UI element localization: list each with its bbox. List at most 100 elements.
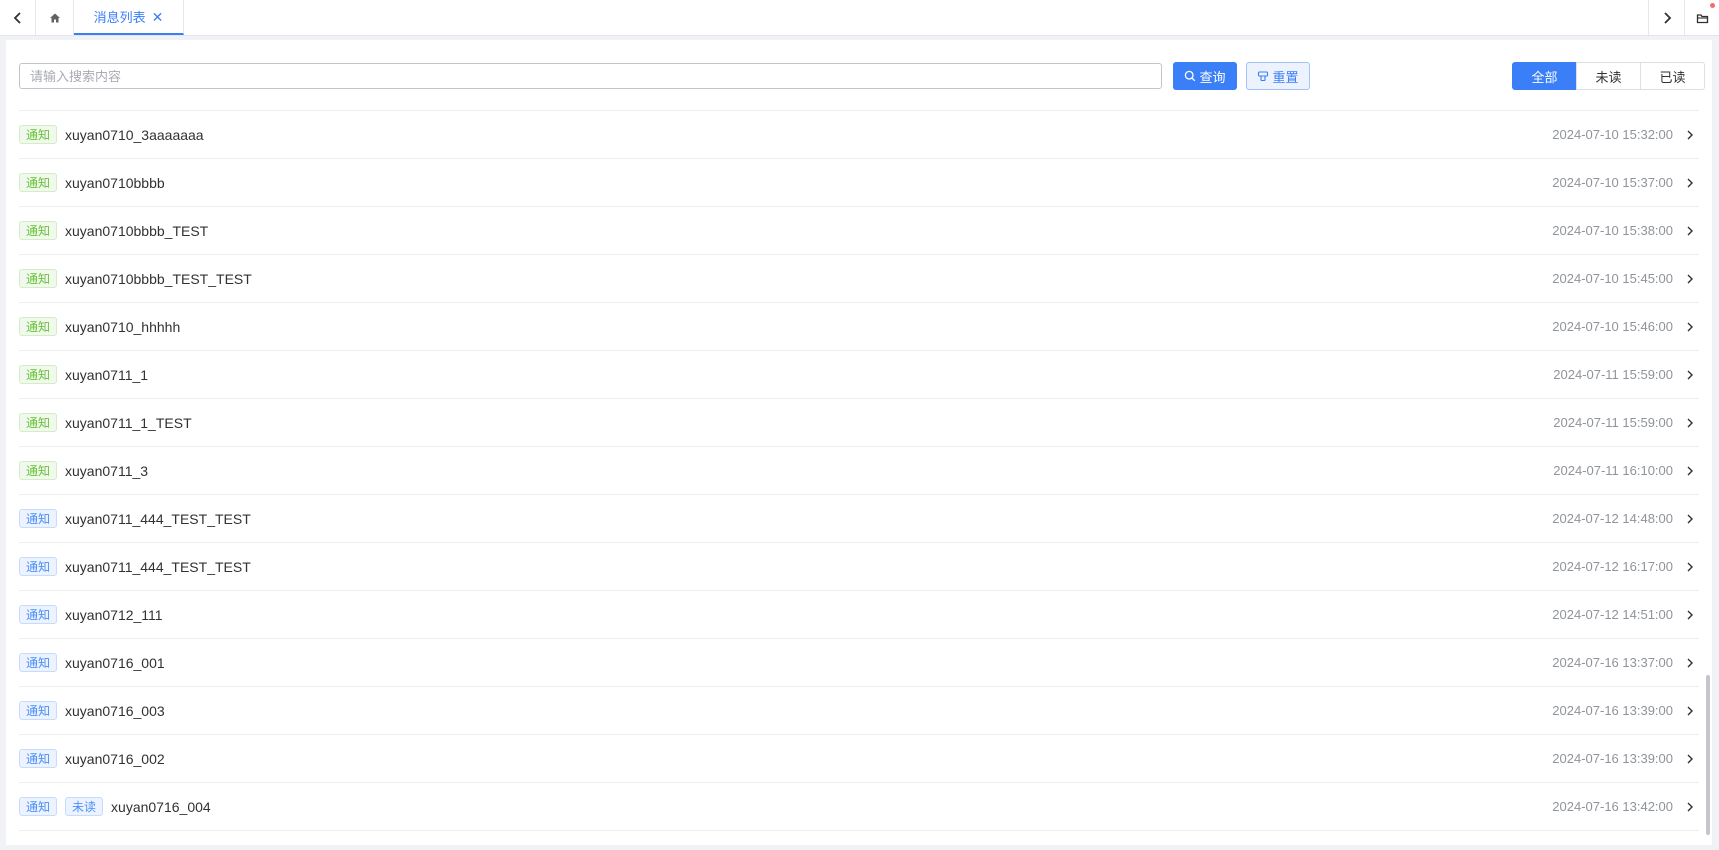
chevron-right-icon [1683,752,1697,766]
type-tag: 通知 [19,221,58,240]
message-title: xuyan0711_3 [65,462,149,479]
message-row[interactable]: 通知 xuyan0710_hhhhh 2024-07-10 15:46:00 [19,303,1699,351]
message-title: xuyan0716_002 [65,750,165,767]
message-title: xuyan0711_1_TEST [65,414,192,431]
search-toolbar: 查询 重置 全部 未读 已读 [19,62,1705,90]
chevron-right-icon [1683,608,1697,622]
message-row[interactable]: 通知 xuyan0716_003 2024-07-16 13:39:00 [19,687,1699,735]
message-time: 2024-07-16 13:39:00 [1552,703,1673,718]
tab-message-list-label: 消息列表 [93,10,146,25]
chevron-right-icon [1683,560,1697,574]
type-tag: 通知 [19,749,58,768]
box-icon [1696,13,1708,23]
read-filter-group: 全部 未读 已读 [1512,62,1705,90]
message-time: 2024-07-11 16:10:00 [1553,463,1673,478]
chevron-right-icon [1683,320,1697,334]
message-list: 通知 xuyan0710_3aaaaaaa 2024-07-10 15:32:00 通… [19,110,1699,831]
tab-message-list[interactable]: 消息列表 ✕ [74,0,184,35]
type-tag: 通知 [19,605,58,624]
type-tag: 通知 [19,509,58,528]
query-button[interactable]: 查询 [1173,62,1237,90]
chevron-right-icon [1683,464,1697,478]
type-tag: 通知 [19,317,58,336]
unread-tag: 未读 [65,797,104,816]
type-tag: 通知 [19,269,58,288]
type-tag: 通知 [19,461,58,480]
scrollbar-thumb[interactable] [1706,675,1710,835]
tab-scroll-right-button[interactable] [1648,0,1684,35]
message-title: xuyan0710_3aaaaaaa [65,126,204,143]
chevron-right-icon [1683,368,1697,382]
message-title: xuyan0712_111 [65,606,163,623]
chevron-left-icon [13,11,21,24]
chevron-right-icon [1683,224,1697,238]
message-row[interactable]: 通知 xuyan0711_444_TEST_TEST 2024-07-12 14:4… [19,495,1699,543]
type-tag: 通知 [19,365,58,384]
notification-dot [1710,3,1715,8]
filter-read-button[interactable]: 已读 [1640,62,1705,90]
message-title: xuyan0716_004 [111,798,211,815]
message-time: 2024-07-12 14:48:00 [1552,511,1673,526]
message-row[interactable]: 通知 xuyan0710bbbb_TEST 2024-07-10 15:38:00 [19,207,1699,255]
reset-icon [1258,71,1269,82]
message-title: xuyan0716_003 [65,702,165,719]
message-time: 2024-07-12 16:17:00 [1552,559,1673,574]
message-time: 2024-07-16 13:42:00 [1552,799,1673,814]
message-title: xuyan0710bbbb_TEST_TEST [65,270,252,287]
reset-button-label: 重置 [1272,69,1299,85]
message-row[interactable]: 通知 xuyan0711_1_TEST 2024-07-11 15:59:00 [19,399,1699,447]
message-time: 2024-07-11 15:59:00 [1553,415,1673,430]
message-row[interactable]: 通知 xuyan0710bbbb_TEST_TEST 2024-07-10 15:4… [19,255,1699,303]
message-row[interactable]: 通知 xuyan0710bbbb 2024-07-10 15:37:00 [19,159,1699,207]
message-title: xuyan0711_444_TEST_TEST [65,558,251,575]
chevron-right-icon [1683,512,1697,526]
type-tag: 通知 [19,125,58,144]
message-title: xuyan0711_444_TEST_TEST [65,510,251,527]
close-icon[interactable]: ✕ [152,10,164,24]
tab-home[interactable] [36,0,74,35]
chevron-right-icon [1683,128,1697,142]
type-tag: 通知 [19,173,58,192]
message-time: 2024-07-10 15:38:00 [1552,223,1673,238]
chevron-right-icon [1683,176,1697,190]
message-title: xuyan0711_1 [65,366,149,383]
message-time: 2024-07-16 13:37:00 [1552,655,1673,670]
filter-unread-button[interactable]: 未读 [1576,62,1641,90]
message-panel: 查询 重置 全部 未读 已读 通知 xuyan0710_3aaaaaaa 2024-… [6,40,1712,845]
search-icon [1185,70,1196,82]
message-time: 2024-07-16 13:39:00 [1552,751,1673,766]
message-row[interactable]: 通知 xuyan0711_444_TEST_TEST 2024-07-12 16:1… [19,543,1699,591]
filter-all-button[interactable]: 全部 [1512,62,1577,90]
message-row[interactable]: 通知 xuyan0711_3 2024-07-11 16:10:00 [19,447,1699,495]
reset-button[interactable]: 重置 [1246,62,1310,90]
chevron-right-icon [1683,416,1697,430]
chevron-right-icon [1683,800,1697,814]
tab-scroll-left-button[interactable] [0,0,36,35]
tab-menu-button[interactable] [1684,0,1719,35]
message-row[interactable]: 通知 xuyan0716_001 2024-07-16 13:37:00 [19,639,1699,687]
message-time: 2024-07-12 14:51:00 [1552,607,1673,622]
message-row[interactable]: 通知 xuyan0711_1 2024-07-11 15:59:00 [19,351,1699,399]
type-tag: 通知 [19,701,58,720]
type-tag: 通知 [19,653,58,672]
message-title: xuyan0710bbbb [65,174,165,191]
message-time: 2024-07-10 15:45:00 [1552,271,1673,286]
home-icon [49,13,60,22]
tab-bar: 消息列表 ✕ [0,0,1719,36]
message-row[interactable]: 通知 xuyan0716_002 2024-07-16 13:39:00 [19,735,1699,783]
message-title: xuyan0716_001 [65,654,165,671]
message-time: 2024-07-10 15:37:00 [1552,175,1673,190]
type-tag: 通知 [19,797,58,816]
type-tag: 通知 [19,413,58,432]
chevron-right-icon [1683,656,1697,670]
search-input[interactable] [19,63,1162,89]
message-title: xuyan0710_hhhhh [65,318,181,335]
query-button-label: 查询 [1199,69,1226,85]
message-time: 2024-07-10 15:46:00 [1552,319,1673,334]
message-row[interactable]: 通知 xuyan0712_111 2024-07-12 14:51:00 [19,591,1699,639]
chevron-right-icon [1683,272,1697,286]
chevron-right-icon [1663,11,1671,24]
message-title: xuyan0710bbbb_TEST [65,222,209,239]
message-row[interactable]: 通知 xuyan0710_3aaaaaaa 2024-07-10 15:32:00 [19,111,1699,159]
message-row[interactable]: 通知 未读 xuyan0716_004 2024-07-16 13:42:00 [19,783,1699,831]
